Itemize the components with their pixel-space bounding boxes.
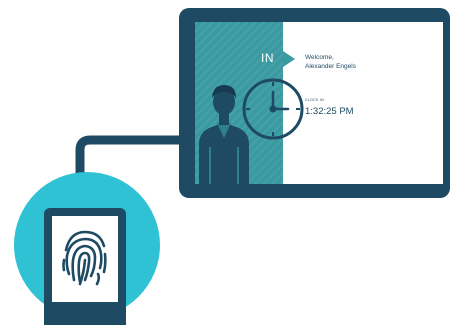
illustration: IN Welcome, Alexander Engels CLOCK IN 1:… [0, 0, 452, 325]
clock-in-label: CLOCK IN [305, 98, 324, 102]
clock-in-time: 1:32:25 PM [305, 106, 354, 117]
clock-status-label: IN [261, 51, 274, 65]
employee-name: Alexander Engels [305, 63, 356, 70]
clock-icon [242, 78, 304, 140]
fingerprint-scanner [44, 208, 126, 325]
tablet-screen: IN Welcome, Alexander Engels CLOCK IN 1:… [195, 22, 443, 184]
time-clock-tablet: IN Welcome, Alexander Engels CLOCK IN 1:… [179, 8, 450, 198]
screen-graphics [199, 78, 304, 184]
status-pointer [283, 51, 295, 67]
welcome-greeting: Welcome, [305, 54, 334, 61]
person-icon [199, 85, 249, 184]
welcome-message: Welcome, Alexander Engels [305, 53, 356, 71]
fingerprint-icon [62, 230, 107, 286]
scanner-screen [52, 216, 118, 302]
